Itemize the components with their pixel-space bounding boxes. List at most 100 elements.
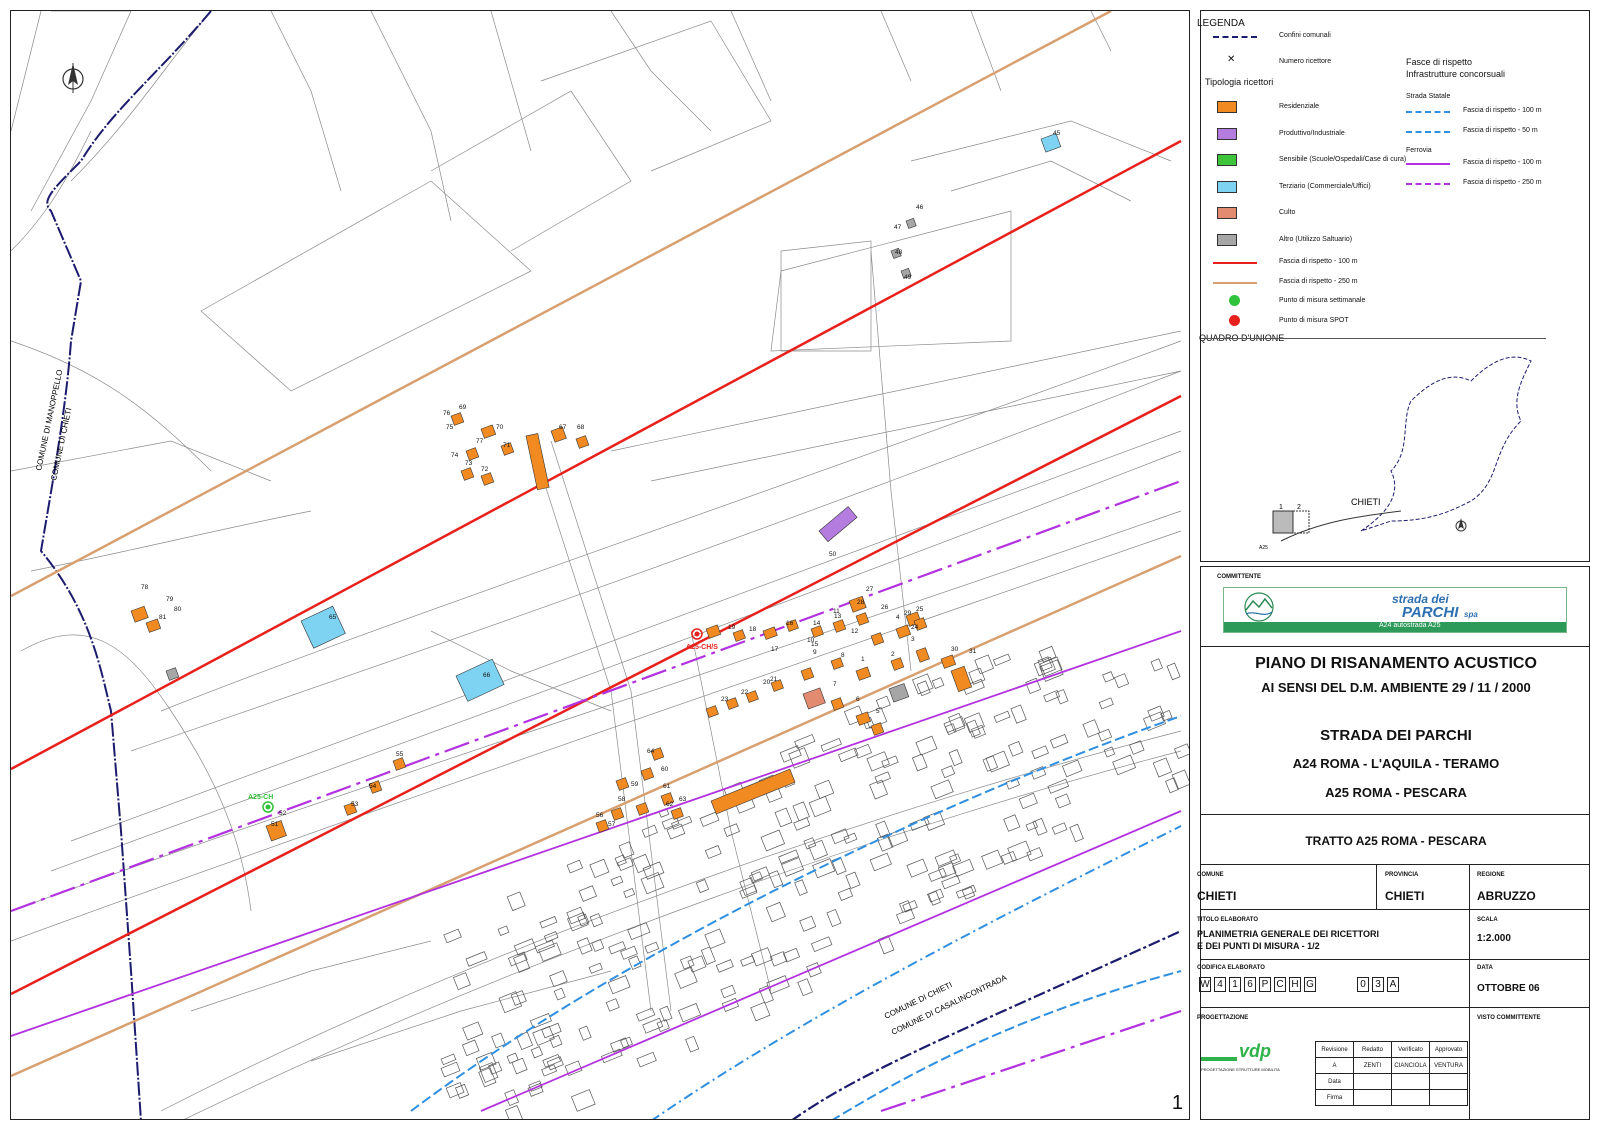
legend-type-label: Culto <box>1279 209 1296 216</box>
comune-label: COMUNE <box>1197 872 1224 878</box>
client-logo-line2: PARCHI <box>1402 604 1459 621</box>
table-cell: CIANCIOLA <box>1391 1057 1430 1074</box>
table-cell <box>1429 1073 1468 1090</box>
receptor-building-residenziale <box>890 657 905 671</box>
receptor-building-altro <box>888 683 910 703</box>
building-outline <box>1097 728 1113 742</box>
building-outline <box>623 887 636 899</box>
receptor-building-residenziale <box>130 605 149 623</box>
receptor-building-culto <box>802 687 826 710</box>
building-outline <box>896 908 916 925</box>
table-cell: VENTURA <box>1429 1057 1468 1074</box>
receptor-building-residenziale <box>800 667 815 681</box>
code-box: H <box>1289 977 1301 992</box>
legend-swatch <box>1217 127 1237 140</box>
building-outline <box>774 807 793 828</box>
building-outline <box>943 716 966 733</box>
building-outline <box>1069 823 1084 843</box>
building-outline <box>640 871 665 895</box>
building-outline <box>1150 658 1163 672</box>
building-outline <box>799 915 817 932</box>
receptor-buildings <box>130 133 1062 842</box>
map-canvas[interactable]: 1 2 3 4 5 6 7 8 9 10 11 12 13 14 15 16 17 18 19 20 21 22 23 24 2… <box>10 10 1190 1120</box>
receptor-building-altro <box>165 667 180 681</box>
building-outline <box>632 853 652 874</box>
table-row: Data <box>1315 1073 1468 1090</box>
building-outline <box>1166 662 1181 681</box>
quadro-tile-1 <box>1272 510 1294 534</box>
receptor-number-label: 8 <box>841 652 845 659</box>
building-outline <box>462 1021 484 1041</box>
receptor-number-label: 1 <box>861 656 865 663</box>
building-outline <box>1098 697 1114 710</box>
building-outline <box>981 849 1004 870</box>
building-outline <box>635 1007 656 1022</box>
building-outline <box>937 862 957 879</box>
building-outline <box>1008 741 1024 757</box>
receptor-number-label: 18 <box>749 626 757 633</box>
receptor-number-label: 69 <box>459 404 467 411</box>
titolo-line-2: E DEI PUNTI DI MISURA - 1/2 <box>1197 941 1320 951</box>
table-cell <box>1391 1073 1430 1090</box>
building-outline <box>944 723 957 736</box>
building-outline <box>906 858 929 878</box>
building-outline <box>1102 671 1115 683</box>
measure-point-weekly[interactable]: A25-CH <box>248 794 274 813</box>
quadro-tile-label: 1 <box>1279 504 1283 511</box>
building-outline <box>808 839 828 861</box>
receptor-number-label: 49 <box>904 274 912 281</box>
regione-value: ABRUZZO <box>1477 889 1536 903</box>
receptor-number-label: 68 <box>577 424 585 431</box>
code-box: 4 <box>1214 977 1226 992</box>
data-value: OTTOBRE 06 <box>1477 983 1540 994</box>
building-outline <box>1051 822 1068 835</box>
building-outline <box>506 891 526 912</box>
client-logo: strada dei PARCHI spa A24 autostrada A25 <box>1223 587 1567 633</box>
building-outline <box>445 1082 465 1099</box>
fascia-250-symbol <box>1213 282 1257 284</box>
ferrovia-100-south <box>480 810 1182 1112</box>
table-cell: Redatto <box>1353 1041 1392 1058</box>
fer-250-symbol <box>1406 183 1450 185</box>
building-outline <box>704 928 726 949</box>
tipologia-title: Tipologia ricettori <box>1205 77 1274 87</box>
fer-100-label: Fascia di rispetto - 100 m <box>1463 159 1542 166</box>
building-outline <box>930 779 954 800</box>
code-box: G <box>1304 977 1316 992</box>
building-outline <box>644 941 660 954</box>
building-outline <box>831 856 847 876</box>
building-outline <box>695 879 710 894</box>
ss-50-symbol <box>1406 131 1450 133</box>
receptor-building-residenziale <box>525 433 550 491</box>
building-outline <box>674 966 698 989</box>
building-outline <box>720 984 736 999</box>
receptor-number-label: 52 <box>279 810 287 817</box>
building-outline <box>854 743 872 759</box>
spot-point-icon <box>1229 315 1240 326</box>
client-logo-suffix: spa <box>1464 610 1478 619</box>
divider <box>1469 1007 1470 1119</box>
receptor-number-label: 71 <box>503 442 511 449</box>
table-cell: Verificato <box>1391 1041 1430 1058</box>
receptor-number-label: 13 <box>834 613 842 620</box>
table-cell: ZENTI <box>1353 1057 1392 1074</box>
receptor-number-label: 76 <box>443 410 451 417</box>
client-logo-bar-text: A24 autostrada A25 <box>1379 622 1441 629</box>
project-line-1: STRADA DEI PARCHI <box>1320 727 1472 744</box>
building-outline <box>680 955 695 970</box>
receptor-building-residenziale <box>480 424 497 439</box>
building-outline <box>837 887 854 901</box>
building-outline <box>534 939 555 954</box>
building-outline <box>452 972 471 991</box>
receptor-number-label: 15 <box>811 641 819 648</box>
receptor-building-residenziale <box>870 722 885 736</box>
building-outline <box>915 735 938 756</box>
legend-type-label: Terziario (Commerciale/Uffici) <box>1279 182 1371 190</box>
fer-250-label: Fascia di rispetto - 250 m <box>1463 179 1542 186</box>
project-line-3: A25 ROMA - PESCARA <box>1325 785 1467 800</box>
receptor-building-terziario <box>455 658 505 702</box>
fascia-250-label: Fascia di rispetto - 250 m <box>1279 278 1358 285</box>
receptor-number-label: 66 <box>483 672 491 679</box>
building-outline <box>974 654 995 675</box>
building-outline <box>948 749 963 767</box>
